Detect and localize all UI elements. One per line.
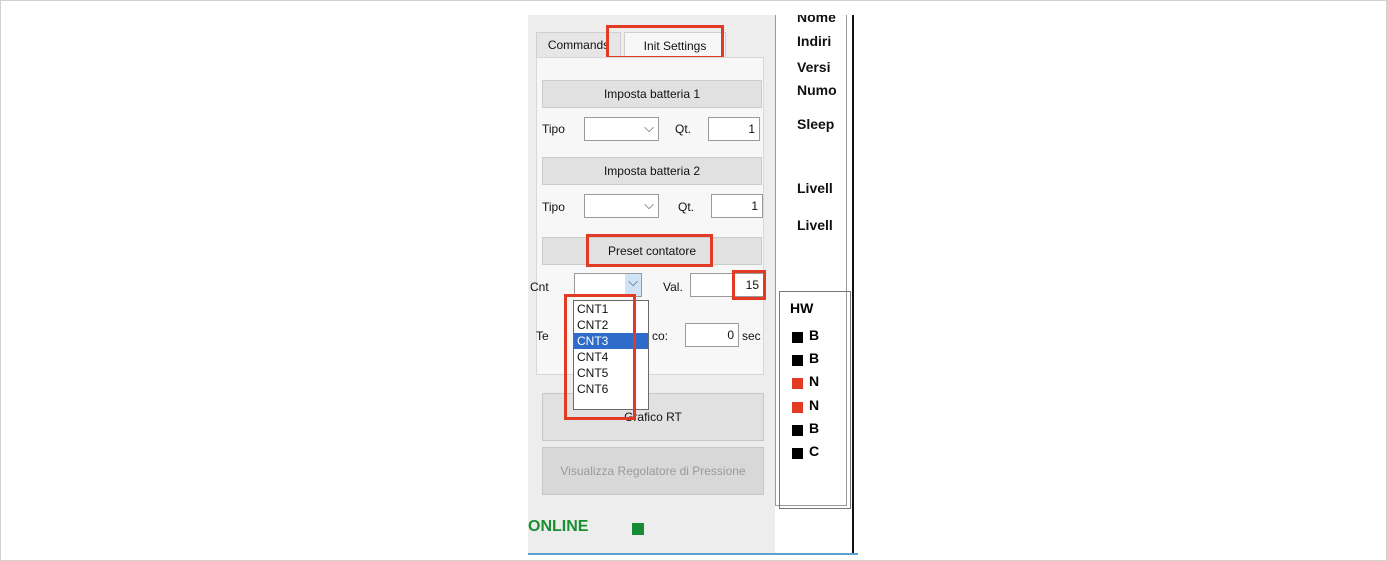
val-label: Val. (663, 280, 683, 294)
hw-status-label: N (809, 373, 820, 389)
crop-edge-line (852, 15, 854, 553)
online-status: ONLINE (528, 518, 589, 535)
highlight-dropdown-list (564, 294, 636, 420)
hw-status-square (792, 332, 803, 343)
cnt-label: Cnt (530, 280, 549, 294)
hw-status-label: C (809, 443, 820, 459)
visualizza-regolatore-button[interactable]: Visualizza Regolatore di Pressione (542, 447, 764, 495)
info-label-versione: Versi (797, 59, 831, 75)
status-led (632, 523, 644, 535)
hw-groupbox: HW B B N N B C (779, 291, 851, 509)
info-panel: Nome Indiri Versi Numo Sleep Livell Live… (775, 15, 858, 553)
hw-status-square (792, 448, 803, 459)
qt-label-1: Qt. (675, 122, 692, 136)
highlight-val-input (732, 270, 766, 300)
info-label-numero: Numo (797, 82, 837, 98)
timer-input[interactable]: 0 (685, 323, 739, 347)
info-label-livello-1: Livell (797, 180, 833, 196)
hw-status-label: B (809, 327, 820, 343)
info-label-livello-2: Livell (797, 217, 833, 233)
hw-status-square (792, 425, 803, 436)
hw-status-label: N (809, 397, 820, 413)
info-label-nome: Nome (797, 15, 836, 25)
tipo-label-1: Tipo (542, 122, 565, 136)
hw-status-square (792, 402, 803, 413)
chevron-down-icon: ⌵ (625, 274, 641, 296)
hw-groupbox-label: HW (790, 300, 814, 316)
chevron-down-icon: ⌵ (644, 120, 654, 135)
timer-label-left: Te (536, 329, 549, 343)
hw-status-label: B (809, 350, 820, 366)
timer-unit: sec (742, 329, 761, 343)
info-label-indirizzo: Indiri (797, 33, 832, 49)
imposta-batteria-2-button[interactable]: Imposta batteria 2 (542, 157, 762, 185)
qt-label-2: Qt. (678, 200, 695, 214)
timer-label-right: co: (652, 329, 669, 343)
highlight-preset-button (586, 234, 713, 267)
qt-input-2[interactable]: 1 (711, 194, 763, 218)
imposta-batteria-1-button[interactable]: Imposta batteria 1 (542, 80, 762, 108)
info-label-sleep: Sleep (797, 116, 835, 132)
highlight-init-settings-tab (606, 25, 724, 59)
hw-status-square (792, 355, 803, 366)
hw-status-label: B (809, 420, 820, 436)
chevron-down-icon: ⌵ (644, 197, 654, 212)
tipo-select-1[interactable]: ⌵ (584, 117, 659, 141)
tipo-label-2: Tipo (542, 200, 565, 214)
hw-status-square (792, 378, 803, 389)
qt-input-1[interactable]: 1 (708, 117, 760, 141)
tipo-select-2[interactable]: ⌵ (584, 194, 659, 218)
app-window: Commands Init Settings Imposta batteria … (528, 15, 858, 555)
